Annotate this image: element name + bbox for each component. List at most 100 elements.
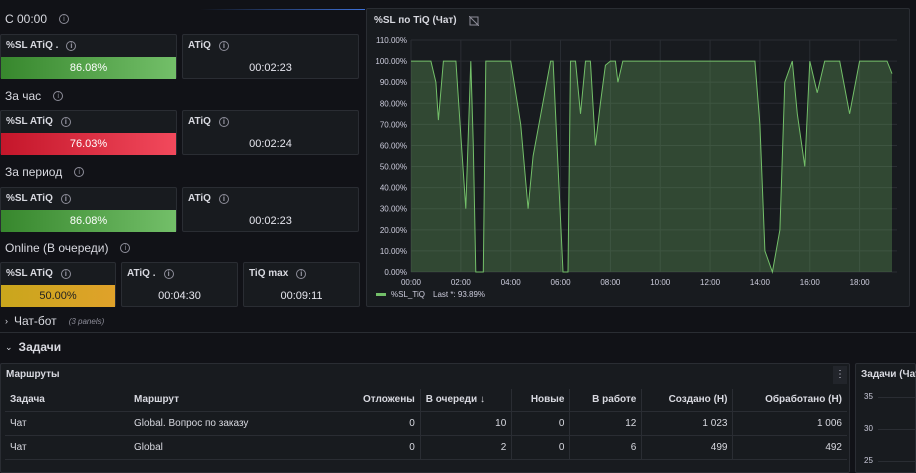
table-header-row: Задача Маршрут Отложены В очереди ↓ Новые В р…	[5, 389, 847, 412]
x-tick-label: 08:00	[600, 278, 621, 287]
y-tick-label: 40.00%	[380, 184, 407, 193]
y-tick-label: 80.00%	[380, 99, 407, 108]
hour-atiq-panel: ATiQ i 00:02:24	[182, 110, 359, 155]
column-header[interactable]: Маршрут	[129, 389, 339, 412]
table-cell: Global. Вопрос по заказу	[129, 411, 339, 436]
y-tick-label: 60.00%	[380, 141, 407, 150]
column-header[interactable]: Отложены	[339, 389, 421, 412]
sl-gauge: 86.08%	[1, 210, 176, 232]
x-tick-label: 00:00	[401, 278, 422, 287]
grid-line	[878, 461, 915, 462]
table-cell: 492	[732, 435, 847, 460]
info-icon[interactable]: i	[74, 167, 85, 177]
y-tick-label: 10.00%	[380, 247, 407, 256]
column-header[interactable]: В работе	[569, 389, 642, 412]
legend-swatch	[376, 293, 386, 296]
period-atiq-panel: ATiQ i 00:02:23	[182, 187, 359, 232]
info-icon[interactable]: i	[296, 268, 307, 279]
legend-last-value: Last *: 93.89%	[433, 290, 485, 299]
info-icon[interactable]: i	[53, 91, 64, 101]
x-tick-label: 16:00	[800, 278, 821, 287]
routes-table: Задача Маршрут Отложены В очереди ↓ Новые В р…	[5, 389, 847, 460]
x-tick-label: 10:00	[650, 278, 671, 287]
table-cell: 1 023	[641, 411, 733, 436]
x-tick-label: 12:00	[700, 278, 721, 287]
info-icon[interactable]: i	[218, 116, 229, 127]
table-cell: 2	[419, 435, 512, 460]
grid-line	[878, 429, 915, 430]
chatbot-row[interactable]: › Чат-бот (3 panels)	[5, 314, 104, 328]
table-cell: 0	[339, 435, 421, 460]
sl-gauge: 76.03%	[1, 133, 176, 155]
y-tick-label: 20.00%	[380, 226, 407, 235]
online-tiq-panel: TiQ max i 00:09:11	[243, 262, 360, 307]
x-tick-label: 18:00	[850, 278, 871, 287]
tiq-max-value: 00:09:11	[280, 290, 323, 302]
info-icon[interactable]: i	[60, 116, 71, 127]
column-header[interactable]: Новые	[511, 389, 570, 412]
row-title-period: За период i	[5, 165, 85, 179]
y-tick-label: 90.00%	[380, 78, 407, 87]
info-icon[interactable]: i	[66, 40, 77, 51]
sl-chart-panel: %SL по TiQ (Чат) 110.00% 100.00% 90.00% 80.…	[366, 8, 910, 307]
table-cell: Чат	[5, 435, 129, 460]
table-row[interactable]: Чат Global. Вопрос по заказу 0 10 0 12 1 023 1 …	[5, 411, 847, 436]
x-tick-label: 06:00	[551, 278, 572, 287]
info-icon[interactable]: i	[163, 268, 174, 279]
sl-chart[interactable]: 110.00% 100.00% 90.00% 80.00% 70.00% 60.00% 50…	[367, 9, 911, 308]
x-tick-label: 04:00	[501, 278, 522, 287]
atiq-value: 00:02:23	[249, 215, 292, 227]
y-tick-label: 50.00%	[380, 163, 407, 172]
top-gradient-line	[200, 9, 365, 10]
tasks-chart-panel: Задачи (Чат) 35 30 25	[855, 363, 916, 473]
y-tick-label: 100.00%	[375, 57, 407, 66]
atiq-value: 00:04:30	[158, 290, 201, 302]
info-icon[interactable]: i	[218, 40, 229, 51]
y-tick-label: 35	[864, 392, 873, 401]
sl-gauge: 50.00%	[1, 285, 115, 307]
table-cell: 0	[511, 411, 570, 436]
table-cell: 12	[569, 411, 642, 436]
today-sl-panel: %SL ATiQ .i 86.08%	[0, 34, 177, 79]
table-cell: 0	[511, 435, 570, 460]
column-header[interactable]: Создано (Н)	[641, 389, 733, 412]
chevron-down-icon: ⌄	[5, 341, 13, 352]
period-sl-panel: %SL ATiQ i 86.08%	[0, 187, 177, 232]
column-header[interactable]: Обработано (Н)	[732, 389, 847, 412]
y-tick-label: 25	[864, 456, 873, 465]
info-icon[interactable]: i	[60, 268, 71, 279]
y-tick-label: 70.00%	[380, 120, 407, 129]
table-cell: Global	[129, 435, 339, 460]
grid-line	[878, 397, 915, 398]
row-title-hour: За час i	[5, 89, 64, 103]
info-icon[interactable]: i	[59, 14, 70, 24]
chevron-right-icon: ›	[5, 316, 8, 326]
atiq-value: 00:02:24	[249, 138, 292, 150]
panel-menu-icon[interactable]: ⋮	[833, 366, 847, 384]
table-cell: 6	[569, 435, 642, 460]
sl-gauge: 86.08%	[1, 57, 176, 79]
table-row[interactable]: Чат Global 0 2 0 6 499 492	[5, 435, 847, 460]
column-header[interactable]: Задача	[5, 389, 129, 412]
x-tick-label: 02:00	[451, 278, 472, 287]
online-sl-panel: %SL ATiQ i 50.00%	[0, 262, 116, 307]
table-cell: 499	[641, 435, 733, 460]
today-atiq-panel: ATiQ i 00:02:23	[182, 34, 359, 79]
column-header[interactable]: В очереди ↓	[419, 389, 512, 412]
divider	[0, 332, 916, 333]
info-icon[interactable]: i	[120, 243, 131, 253]
row-title-today: С 00:00 i	[5, 12, 70, 26]
tasks-row[interactable]: ⌄ Задачи	[5, 340, 61, 354]
info-icon[interactable]: i	[218, 193, 229, 204]
atiq-value: 00:02:23	[249, 62, 292, 74]
table-cell: Чат	[5, 411, 129, 436]
table-cell: 1 006	[732, 411, 847, 436]
tasks-chart-title: Задачи (Чат)	[861, 369, 916, 380]
table-cell: 10	[419, 411, 512, 436]
hour-sl-panel: %SL ATiQ i 76.03%	[0, 110, 177, 155]
legend-label[interactable]: %SL_TiQ	[391, 290, 425, 299]
row-title-online: Online (В очереди) i	[5, 241, 131, 255]
info-icon[interactable]: i	[60, 193, 71, 204]
table-cell: 0	[339, 411, 421, 436]
routes-panel: Маршруты ⋮ Задача Маршрут Отложены В очеред…	[0, 363, 850, 473]
